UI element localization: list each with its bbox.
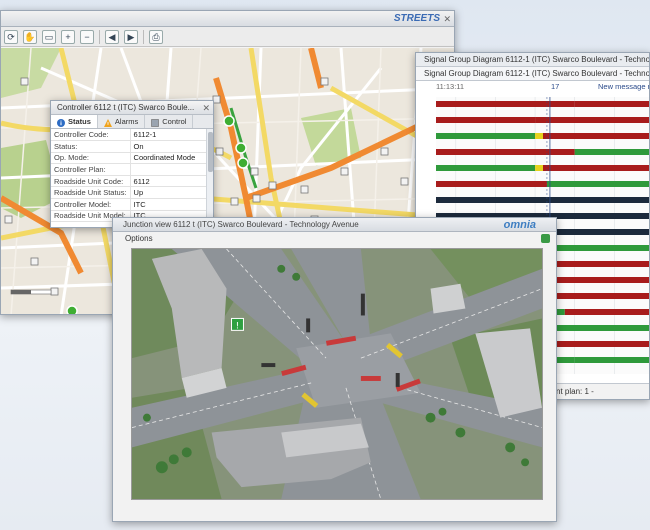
signal-timeline-header: 11:13:11 17 New message rece	[416, 81, 649, 93]
property-key: Controller Model:	[51, 198, 131, 211]
controller-marker	[340, 167, 349, 176]
current-time-label: 11:13:11	[436, 82, 465, 91]
controller-properties-table: Controller Code: 6112-1 Status: On Op. Mod…	[51, 129, 207, 223]
controller-marker	[50, 287, 59, 296]
scrollbar-thumb[interactable]	[208, 132, 213, 172]
control-icon	[151, 118, 160, 127]
controller-marker	[212, 95, 221, 104]
table-row: Controller Plan:	[51, 163, 207, 176]
controller-marker	[235, 142, 247, 154]
close-icon[interactable]: ✕	[443, 11, 451, 26]
refresh-icon[interactable]: ⟳	[4, 29, 18, 44]
controller-marker	[223, 115, 235, 127]
tab-alarms-label: Alarms	[114, 116, 139, 126]
controller-marker	[230, 197, 239, 206]
tab-control-label: Control	[162, 116, 187, 126]
property-value: On	[130, 140, 207, 153]
junction-window-titlebar: Junction view 6112 t (ITC) Swarco Boulev…	[113, 218, 556, 232]
tab-status[interactable]: Status	[51, 115, 98, 128]
refresh-icon[interactable]	[541, 234, 550, 243]
controller-marker	[380, 147, 389, 156]
print-icon[interactable]: ⎙	[149, 29, 163, 44]
table-row: Controller Model: ITC	[51, 198, 207, 211]
controller-marker	[320, 77, 329, 86]
warning-icon	[103, 118, 112, 127]
controller-marker	[250, 167, 259, 176]
property-value	[130, 163, 207, 176]
tab-control[interactable]: Control	[145, 115, 194, 128]
controller-marker	[20, 77, 29, 86]
controller-marker	[66, 305, 78, 314]
junction-options-bar: Options	[113, 232, 556, 246]
property-key: Controller Plan:	[51, 163, 131, 176]
pan-icon[interactable]: ✋	[23, 29, 37, 44]
junction-window-title: Junction view 6112 t (ITC) Swarco Boulev…	[123, 220, 359, 229]
controller-marker	[4, 215, 13, 224]
zoom-in-icon[interactable]: +	[61, 29, 75, 44]
property-value: ITC	[130, 198, 207, 211]
time-marker-label: 17	[551, 82, 560, 91]
property-value: Coordinated Mode	[130, 152, 207, 165]
map-toolbar: ⟳ ✋ ▭ + − ◀ ▶ ⎙	[1, 27, 454, 47]
info-icon	[57, 118, 65, 127]
junction-view-window: Junction view 6112 t (ITC) Swarco Boulev…	[112, 217, 557, 522]
select-icon[interactable]: ▭	[42, 29, 56, 44]
table-row: Roadside Unit Status: Up	[51, 186, 207, 200]
tab-alarms[interactable]: Alarms	[98, 115, 146, 128]
junction-3d-view[interactable]: !	[131, 248, 543, 500]
controller-marker	[252, 194, 261, 203]
toolbar-divider	[143, 29, 144, 44]
controller-info-panel: Controller 6112 t (ITC) Swarco Boule... …	[50, 100, 214, 228]
controller-marker	[237, 157, 249, 169]
controller-marker	[400, 177, 409, 186]
property-value: 6112-1	[130, 129, 207, 142]
map-window-titlebar: STREETS ✕	[1, 11, 454, 27]
controller-panel-title: Controller 6112 t (ITC) Swarco Boule...	[57, 103, 195, 112]
controller-marker	[30, 257, 39, 266]
controller-marker	[268, 181, 277, 190]
zoom-out-icon[interactable]: −	[80, 29, 94, 44]
omnia-logo: omnia	[503, 219, 536, 231]
table-row: Op. Mode: Coordinated Mode	[51, 152, 207, 165]
tab-status-label: Status	[68, 116, 91, 126]
table-row: Controller Code: 6112-1	[51, 129, 207, 142]
svg-text:!: !	[236, 321, 240, 331]
controller-panel-titlebar: Controller 6112 t (ITC) Swarco Boule... …	[51, 101, 213, 115]
property-key: Op. Mode:	[51, 152, 131, 165]
toolbar-divider	[99, 29, 100, 44]
controller-tabs: Status Alarms Control	[51, 115, 213, 129]
controller-marker	[215, 147, 224, 156]
property-key: Roadside Unit Code:	[51, 175, 131, 188]
new-message-link[interactable]: New message rece	[598, 81, 649, 93]
options-menu[interactable]: Options	[125, 234, 153, 243]
property-key: Roadside Unit Status:	[51, 186, 131, 200]
controller-marker	[300, 185, 309, 194]
map-scale-bar	[10, 289, 52, 295]
property-key: Status:	[51, 140, 131, 153]
forward-icon[interactable]: ▶	[124, 29, 138, 44]
map-brand-logo: STREETS	[393, 13, 440, 24]
table-row: Roadside Unit Code: 6112	[51, 175, 207, 188]
property-value: 6112	[130, 175, 207, 188]
back-icon[interactable]: ◀	[105, 29, 119, 44]
signal-window-subtitle: Signal Group Diagram 6112-1 (ITC) Swarco…	[416, 67, 649, 81]
property-key: Controller Code:	[51, 129, 131, 142]
property-value: Up	[130, 186, 207, 200]
close-icon[interactable]: ✕	[202, 101, 210, 114]
properties-scrollbar[interactable]	[206, 129, 213, 227]
table-row: Status: On	[51, 140, 207, 153]
signal-window-title: Signal Group Diagram 6112-1 (ITC) Swarco…	[416, 53, 649, 67]
